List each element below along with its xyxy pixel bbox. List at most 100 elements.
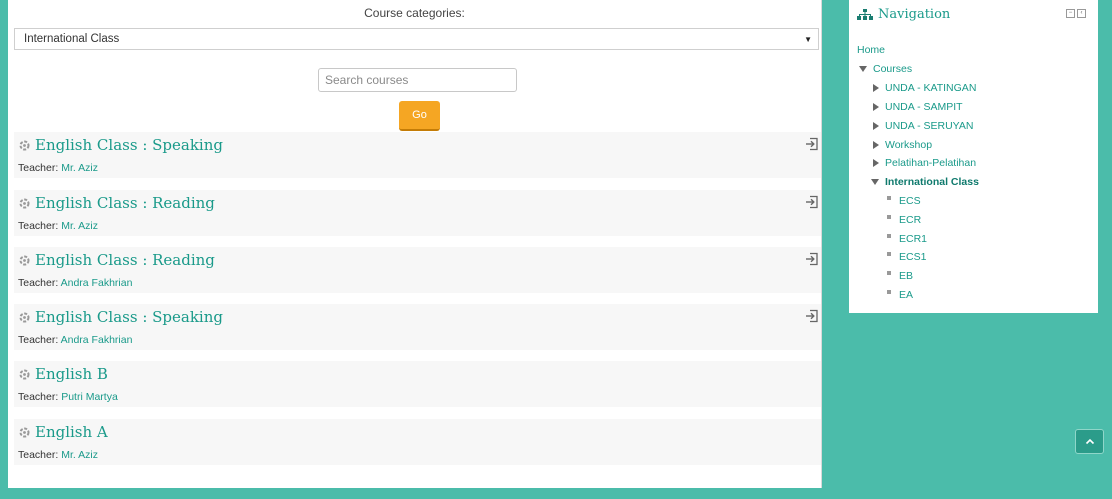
navigation-title: Navigation: [878, 7, 951, 22]
course-teacher: Teacher: Mr. Aziz: [18, 220, 98, 232]
collapse-block-icon[interactable]: −: [1066, 9, 1075, 18]
enrol-icon[interactable]: [805, 252, 819, 266]
nav-subcourse-label: ECR1: [899, 233, 928, 245]
nav-courses[interactable]: Courses: [859, 63, 912, 75]
nav-category-label: Pelatihan-Pelatihan: [885, 157, 977, 169]
teacher-name-link[interactable]: Mr. Aziz: [61, 220, 98, 232]
teacher-name-link[interactable]: Andra Fakhrian: [61, 334, 133, 346]
nav-subcourse-item[interactable]: ECS1: [887, 251, 926, 263]
course-teacher: Teacher: Andra Fakhrian: [18, 334, 132, 346]
teacher-label: Teacher:: [18, 449, 59, 461]
course-teacher: Teacher: Andra Fakhrian: [18, 277, 132, 289]
nav-home-link[interactable]: Home: [857, 44, 885, 56]
course-title-row: English B: [18, 365, 108, 383]
course-row: English Class : Reading Teacher: Mr. Aziz: [14, 190, 821, 236]
collapsed-arrow-icon: [873, 141, 879, 149]
nav-category-item[interactable]: Workshop: [873, 139, 932, 151]
nav-courses-label: Courses: [873, 63, 913, 75]
course-category-icon: [19, 369, 30, 379]
main-content: Course categories: International Class ▼…: [8, 0, 822, 488]
go-button[interactable]: Go: [399, 101, 440, 131]
nav-category-label: UNDA - SAMPIT: [885, 101, 963, 113]
nav-category-label: UNDA - KATINGAN: [885, 82, 977, 94]
nav-subcourse-item[interactable]: ECR: [887, 214, 921, 226]
course-title-row: English Class : Reading: [18, 194, 215, 212]
nav-subcourse-label: EB: [899, 270, 914, 282]
sitemap-icon: [857, 9, 873, 20]
expanded-arrow-icon: [871, 179, 879, 185]
nav-subcourse-label: EA: [899, 289, 914, 301]
course-category-icon: [19, 427, 30, 437]
chevron-up-icon: [1085, 438, 1094, 445]
collapsed-arrow-icon: [873, 103, 879, 111]
collapsed-arrow-icon: [873, 84, 879, 92]
teacher-label: Teacher:: [18, 162, 59, 174]
teacher-name-link[interactable]: Andra Fakhrian: [61, 277, 133, 289]
teacher-name-link[interactable]: Mr. Aziz: [61, 162, 98, 174]
course-row: English Class : Speaking Teacher: Mr. Azi…: [14, 132, 821, 178]
nav-category-label: UNDA - SERUYAN: [885, 120, 974, 132]
nav-category-item[interactable]: UNDA - SAMPIT: [873, 101, 963, 113]
course-categories-label: Course categories:: [364, 6, 465, 20]
collapsed-arrow-icon: [873, 159, 879, 167]
course-title-link[interactable]: English Class : Reading: [35, 194, 215, 212]
block-controls: − ‹: [1066, 9, 1086, 18]
dropdown-arrow-icon: ▼: [804, 34, 812, 44]
nav-subcourse-item[interactable]: EB: [887, 270, 913, 282]
teacher-label: Teacher:: [18, 334, 59, 346]
course-category-selected: International Class: [24, 33, 120, 45]
dock-block-icon[interactable]: ‹: [1077, 9, 1086, 18]
course-title-link[interactable]: English Class : Reading: [35, 251, 215, 269]
teacher-label: Teacher:: [18, 277, 59, 289]
nav-subcourse-item[interactable]: EA: [887, 289, 913, 301]
navigation-block: Navigation − ‹ Home Courses UNDA - KATIN…: [849, 0, 1098, 313]
course-row: English B Teacher: Putri Martya: [14, 361, 821, 407]
bullet-square-icon: [887, 290, 891, 294]
course-category-icon: [19, 198, 30, 208]
course-row: English Class : Reading Teacher: Andra Fa…: [14, 247, 821, 293]
course-category-icon: [19, 255, 30, 265]
expanded-arrow-icon: [859, 66, 867, 72]
nav-subcourse-label: ECS1: [899, 251, 927, 263]
course-title-link[interactable]: English Class : Speaking: [35, 308, 223, 326]
search-courses-input[interactable]: [318, 68, 517, 92]
bullet-square-icon: [887, 234, 891, 238]
course-title-link[interactable]: English Class : Speaking: [35, 136, 223, 154]
bullet-square-icon: [887, 196, 891, 200]
nav-category-label: Workshop: [885, 139, 933, 151]
teacher-label: Teacher:: [18, 391, 59, 403]
teacher-label: Teacher:: [18, 220, 59, 232]
enrol-icon[interactable]: [805, 137, 819, 151]
nav-subcourse-label: ECS: [899, 195, 921, 207]
course-title-row: English Class : Reading: [18, 251, 215, 269]
nav-category-item[interactable]: Pelatihan-Pelatihan: [873, 157, 976, 169]
course-title-row: English Class : Speaking: [18, 136, 223, 154]
course-teacher: Teacher: Putri Martya: [18, 391, 118, 403]
course-category-icon: [19, 140, 30, 150]
bullet-square-icon: [887, 252, 891, 256]
enrol-icon[interactable]: [805, 309, 819, 323]
course-row: English Class : Speaking Teacher: Andra F…: [14, 304, 821, 350]
enrol-icon[interactable]: [805, 195, 819, 209]
nav-subcourse-item[interactable]: ECR1: [887, 233, 927, 245]
teacher-name-link[interactable]: Putri Martya: [61, 391, 118, 403]
course-title-row: English Class : Speaking: [18, 308, 223, 326]
nav-subcourse-item[interactable]: ECS: [887, 195, 921, 207]
teacher-name-link[interactable]: Mr. Aziz: [61, 449, 98, 461]
course-title-link[interactable]: English B: [35, 365, 108, 383]
course-row: English A Teacher: Mr. Aziz: [14, 419, 821, 465]
navigation-header: Navigation: [857, 7, 950, 22]
course-title-link[interactable]: English A: [35, 423, 108, 441]
course-category-select[interactable]: International Class ▼: [14, 28, 819, 50]
back-to-top-button[interactable]: [1075, 429, 1104, 454]
collapsed-arrow-icon: [873, 122, 879, 130]
nav-category-item[interactable]: UNDA - SERUYAN: [873, 120, 974, 132]
bullet-square-icon: [887, 215, 891, 219]
nav-category-item[interactable]: UNDA - KATINGAN: [873, 82, 976, 94]
nav-subcourse-label: ECR: [899, 214, 922, 226]
nav-active-category-label: International Class: [885, 176, 979, 188]
bullet-square-icon: [887, 271, 891, 275]
course-teacher: Teacher: Mr. Aziz: [18, 449, 98, 461]
course-title-row: English A: [18, 423, 108, 441]
nav-category-international-class[interactable]: International Class: [871, 176, 979, 188]
